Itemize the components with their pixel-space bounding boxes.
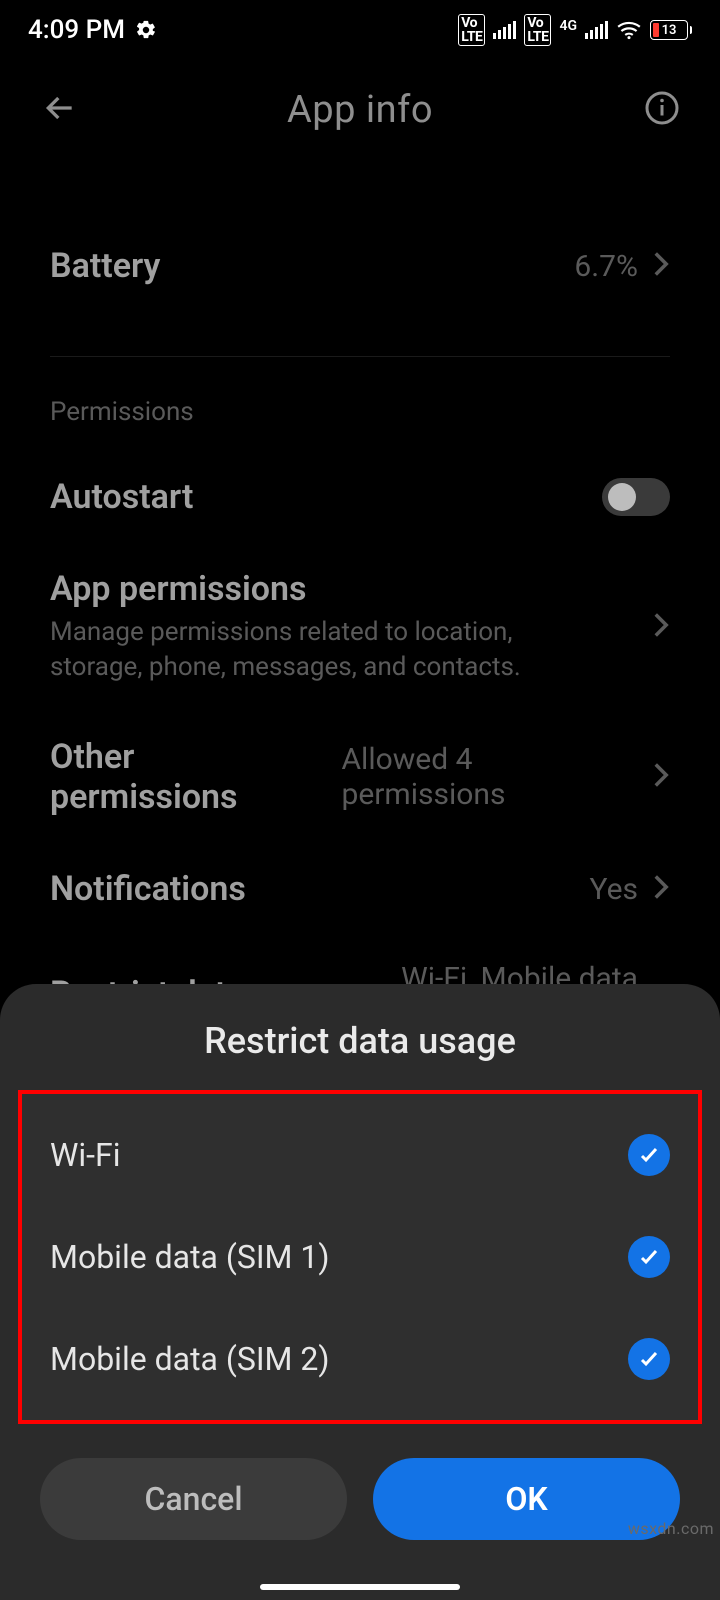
checkbox-wifi[interactable] [628, 1134, 670, 1176]
row-app-permissions[interactable]: App permissions Manage permissions relat… [50, 543, 670, 711]
cancel-button[interactable]: Cancel [40, 1458, 347, 1540]
check-icon [637, 1347, 661, 1371]
autostart-toggle[interactable] [602, 478, 670, 516]
chevron-right-icon [652, 761, 670, 793]
watermark: wsxdn.com [628, 1519, 714, 1538]
volte-badge-1-icon: VoLTE [458, 14, 485, 46]
option-sim2-label: Mobile data (SIM 2) [50, 1340, 330, 1378]
info-button[interactable] [644, 90, 680, 130]
row-notifications-title: Notifications [50, 869, 246, 909]
home-indicator[interactable] [260, 1584, 460, 1590]
signal-1-icon [493, 21, 516, 39]
battery-percent: 13 [662, 23, 677, 38]
row-autostart[interactable]: Autostart [50, 451, 670, 543]
chevron-right-icon [652, 611, 670, 643]
chevron-right-icon [652, 250, 670, 282]
check-icon [637, 1245, 661, 1269]
row-autostart-title: Autostart [50, 477, 193, 517]
gear-icon [135, 19, 157, 41]
wifi-icon [616, 20, 642, 40]
row-battery-title: Battery [50, 246, 160, 286]
checkbox-sim1[interactable] [628, 1236, 670, 1278]
option-sim1[interactable]: Mobile data (SIM 1) [22, 1206, 698, 1308]
network-type: 4G [559, 19, 577, 33]
chevron-right-icon [652, 873, 670, 905]
signal-2-icon [585, 21, 608, 39]
checkbox-sim2[interactable] [628, 1338, 670, 1380]
sheet-title: Restrict data usage [0, 1020, 720, 1062]
row-other-permissions[interactable]: Other permissions Allowed 4 permissions [50, 711, 670, 843]
arrow-left-icon [40, 88, 80, 128]
row-app-permissions-sub: Manage permissions related to location, … [50, 615, 610, 685]
page-title: App info [287, 88, 433, 132]
row-app-permissions-title: App permissions [50, 569, 610, 609]
divider [50, 356, 670, 357]
status-time: 4:09 PM [28, 15, 125, 45]
option-wifi-label: Wi-Fi [50, 1136, 120, 1174]
battery-icon: 13 [650, 20, 692, 40]
back-button[interactable] [40, 88, 80, 132]
row-notifications-value: Yes [590, 872, 638, 907]
check-icon [637, 1143, 661, 1167]
option-sim1-label: Mobile data (SIM 1) [50, 1238, 330, 1276]
row-other-permissions-title: Other permissions [50, 737, 325, 817]
status-right: VoLTE VoLTE 4G 13 [458, 14, 692, 46]
info-icon [644, 90, 680, 126]
restrict-data-sheet: Restrict data usage Wi-Fi Mobile data (S… [0, 984, 720, 1600]
row-battery-value: 6.7% [574, 249, 638, 284]
row-other-permissions-value: Allowed 4 permissions [341, 742, 638, 812]
status-left: 4:09 PM [28, 15, 157, 45]
option-wifi[interactable]: Wi-Fi [22, 1104, 698, 1206]
row-notifications[interactable]: Notifications Yes [50, 843, 670, 935]
highlighted-options: Wi-Fi Mobile data (SIM 1) Mobile data (S… [18, 1090, 702, 1424]
app-header: App info [0, 70, 720, 150]
ok-button-label: OK [505, 1480, 547, 1518]
status-bar: 4:09 PM VoLTE VoLTE 4G 13 [0, 0, 720, 60]
toggle-knob [608, 483, 636, 511]
row-battery[interactable]: Battery 6.7% [50, 220, 670, 312]
volte-badge-2-icon: VoLTE [524, 14, 551, 46]
sheet-actions: Cancel OK [0, 1424, 720, 1600]
section-permissions-label: Permissions [50, 397, 670, 427]
option-sim2[interactable]: Mobile data (SIM 2) [22, 1308, 698, 1410]
cancel-button-label: Cancel [145, 1480, 243, 1518]
